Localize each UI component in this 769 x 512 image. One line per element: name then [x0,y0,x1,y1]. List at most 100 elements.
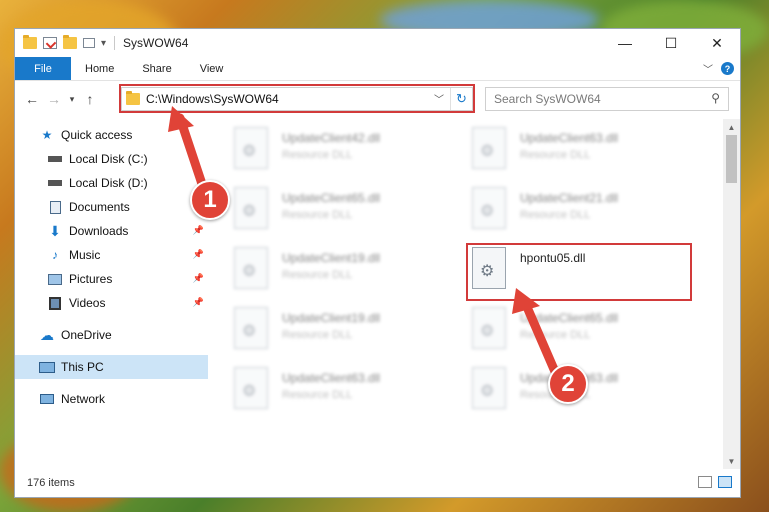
properties-icon[interactable] [43,37,57,49]
computer-icon [39,360,55,374]
drive-icon [47,152,63,166]
file-type: Resource DLL [282,329,353,341]
arrow-up-icon[interactable]: ↑ [79,91,101,107]
file-type: Resource DLL [282,389,353,401]
file-item[interactable]: UpdateClient19.dll Resource DLL [234,247,464,305]
dll-file-icon [234,307,268,349]
navigation-pane: ★ Quick access Local Disk (C:) Local Dis… [15,119,208,469]
sidebar-item-label: Downloads [69,224,129,238]
search-box[interactable]: ⚲ [485,87,729,111]
qa-dropdown-icon[interactable]: ▾ [101,38,106,49]
sidebar-item-label: Local Disk (C:) [69,152,148,166]
tab-file[interactable]: File [15,57,71,80]
maximize-button[interactable]: ☐ [648,29,694,57]
file-item[interactable]: UpdateClient65.dll Resource DLL [234,187,464,245]
pin-icon[interactable]: 📌 [193,225,204,236]
file-name: UpdateClient65.dll [282,191,381,205]
ribbon-tabs: File Home Share View ﹀ ? [15,57,740,81]
videos-icon [47,296,63,310]
pin-icon[interactable]: 📌 [193,297,204,308]
tab-share[interactable]: Share [128,57,185,80]
sidebar-item-quick-access[interactable]: ★ Quick access [15,123,208,147]
sidebar-item-label: Local Disk (D:) [69,176,148,190]
sidebar-item-label: This PC [61,360,104,374]
status-bar: 176 items [15,469,740,497]
explorer-window: ▾ SysWOW64 — ☐ ✕ File Home Share View ﹀ … [14,28,741,498]
pin-icon[interactable]: 📌 [193,273,204,284]
sidebar-item-network[interactable]: Network [15,387,208,411]
tab-home[interactable]: Home [71,57,128,80]
file-highlight-box [466,243,692,301]
file-item[interactable]: UpdateClient63.dllResource DLL [472,367,702,425]
sidebar-item-label: Pictures [69,272,113,286]
dll-file-icon [472,367,506,409]
dll-file-icon [234,247,268,289]
item-count: 176 items [27,477,75,489]
step-1-callout: 1 [190,180,230,220]
file-item[interactable]: UpdateClient19.dll Resource DLL [234,307,464,365]
file-item[interactable]: UpdateClient63.dll Resource DLL [234,367,464,425]
pin-icon[interactable]: 📌 [193,249,204,260]
dll-file-icon [472,127,506,169]
sidebar-item-onedrive[interactable]: ☁ OneDrive [15,323,208,347]
file-name: UpdateClient63.dll [282,371,381,385]
sidebar-item-this-pc[interactable]: This PC [15,355,208,379]
window-title: SysWOW64 [123,36,189,50]
cloud-icon: ☁ [40,326,54,343]
file-name: UpdateClient19.dll [282,251,381,265]
file-item[interactable]: UpdateClient65.dll Resource DLL [472,307,702,365]
file-type: Resource DLL [282,149,353,161]
new-folder-icon[interactable] [63,35,77,49]
dll-file-icon [234,127,268,169]
minimize-button[interactable]: — [602,29,648,57]
sidebar-item-label: Quick access [61,128,133,142]
dll-file-icon [472,187,506,229]
dll-file-icon [234,187,268,229]
step-2-callout: 2 [548,364,588,404]
recent-locations-icon[interactable]: ▾ [65,94,79,105]
search-input[interactable] [494,92,694,106]
file-name: UpdateClient19.dll [282,311,381,325]
close-button[interactable]: ✕ [694,29,740,57]
scroll-down-icon[interactable]: ▼ [723,453,740,469]
file-type: Resource DLL [520,329,591,341]
file-type: Resource DLL [282,269,353,281]
music-icon: ♪ [52,248,58,262]
chevron-down-icon[interactable]: ﹀ [703,61,713,76]
details-view-icon[interactable] [698,476,712,488]
divider [114,36,116,50]
sidebar-item-pictures[interactable]: Pictures 📌 [15,267,208,291]
sidebar-item-downloads[interactable]: ⬇ Downloads 📌 [15,219,208,243]
vertical-scrollbar[interactable]: ▲ ▼ [723,119,740,469]
tab-view[interactable]: View [186,57,238,80]
downloads-icon: ⬇ [49,222,61,239]
search-icon: ⚲ [711,91,720,105]
file-name: UpdateClient65.dll [520,311,619,325]
arrow-right-icon[interactable]: → [43,91,65,107]
sidebar-item-label: Music [69,248,101,262]
navigation-bar: ← → ▾ ↑ C:\Windows\SysWOW64 ﹀ ↻ ⚲ [15,81,740,117]
sidebar-item-music[interactable]: ♪ Music 📌 [15,243,208,267]
scroll-thumb[interactable] [726,135,737,183]
arrow-left-icon[interactable]: ← [21,91,43,107]
sidebar-item-documents[interactable]: Documents 📌 [15,195,208,219]
sidebar-item-local-disk-c[interactable]: Local Disk (C:) [15,147,208,171]
window-controls: — ☐ ✕ [602,29,740,57]
file-item[interactable]: UpdateClient42.dll Resource DLL [234,127,464,185]
view-options-icon[interactable] [83,38,95,48]
scroll-up-icon[interactable]: ▲ [723,119,740,135]
file-item[interactable]: UpdateClient21.dll Resource DLL [472,187,702,245]
large-icons-view-icon[interactable] [718,476,732,488]
ribbon-right-controls: ﹀ ? [703,61,734,76]
sidebar-item-videos[interactable]: Videos 📌 [15,291,208,315]
sidebar-item-local-disk-d[interactable]: Local Disk (D:) [15,171,208,195]
star-icon: ★ [41,128,53,142]
sidebar-item-label: Documents [69,200,130,214]
sidebar-item-label: OneDrive [61,328,112,342]
file-item[interactable]: UpdateClient63.dllResource DLL [472,127,702,185]
folder-icon [23,35,37,49]
network-icon [39,392,55,406]
help-icon[interactable]: ? [721,62,734,75]
dll-file-icon [234,367,268,409]
title-bar: ▾ SysWOW64 — ☐ ✕ [15,29,740,57]
